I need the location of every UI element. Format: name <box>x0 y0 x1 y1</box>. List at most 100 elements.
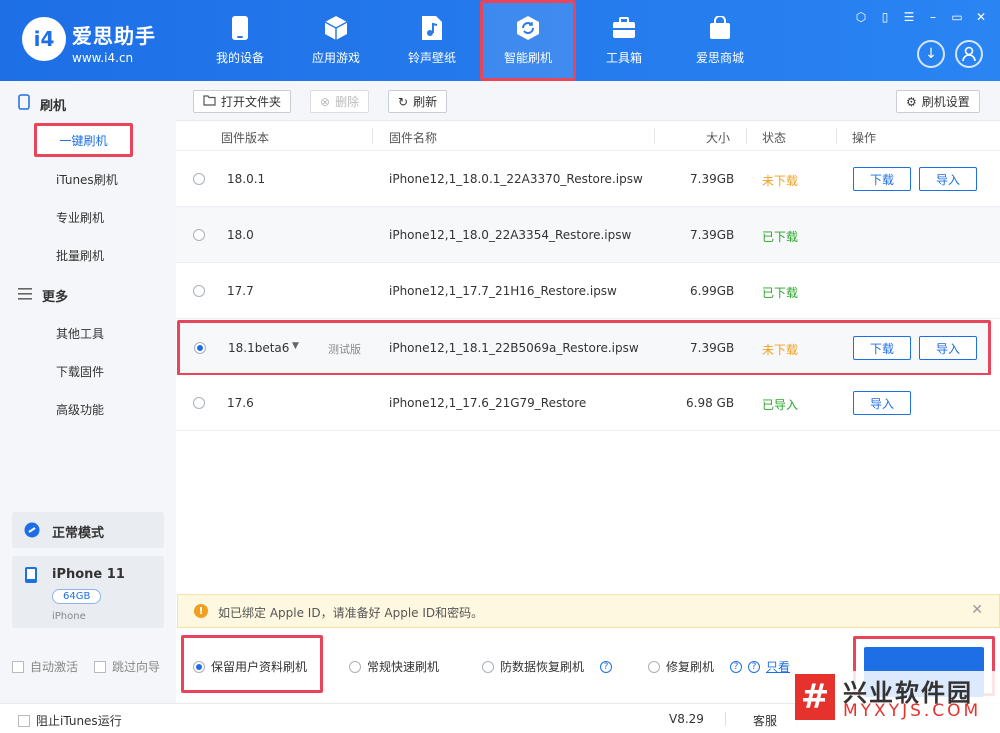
refresh-icon: ↻ <box>398 94 409 109</box>
header-divider <box>654 128 655 144</box>
row-version: 17.6 <box>227 396 254 410</box>
option-label: 常规快速刷机 <box>367 660 440 674</box>
flash-settings-button[interactable]: ⚙ 刷机设置 <box>896 90 980 113</box>
nav-my-device[interactable]: 我的设备 <box>192 0 288 81</box>
chevron-down-icon[interactable]: ▼ <box>292 341 299 351</box>
row-size: 7.39GB <box>690 341 735 355</box>
sidebar-item-download-firmware[interactable]: 下载固件 <box>56 363 104 380</box>
sidebar-item-itunes-flash[interactable]: iTunes刷机 <box>56 171 118 188</box>
row-filename: iPhone12,1_17.7_21H16_Restore.ipsw <box>389 284 617 298</box>
radio-selected <box>193 660 205 673</box>
close-icon[interactable]: ✕ <box>974 10 988 24</box>
import-button[interactable]: 导入 <box>853 391 911 415</box>
option-keep-data[interactable]: 保留用户资料刷机 <box>193 658 307 675</box>
phone-icon <box>227 15 253 41</box>
maximize-icon[interactable]: ▭ <box>950 10 964 24</box>
minimize-icon[interactable]: – <box>926 10 940 24</box>
table-row[interactable]: 18.0 iPhone12,1_18.0_22A3354_Restore.ips… <box>176 207 1000 263</box>
row-radio[interactable] <box>193 229 205 241</box>
table-row[interactable]: 17.7 iPhone12,1_17.7_21H16_Restore.ipsw … <box>176 263 1000 319</box>
header-status: 状态 <box>762 131 787 145</box>
option-anti-recovery[interactable]: 防数据恢复刷机 ? <box>482 658 613 675</box>
delete-button[interactable]: ⊗ 删除 <box>310 90 370 113</box>
nav-shop[interactable]: 爱思商城 <box>672 0 768 81</box>
download-button[interactable]: 下载 <box>853 167 911 191</box>
row-radio[interactable] <box>193 173 205 185</box>
block-itunes-checkbox[interactable]: 阻止iTunes运行 <box>18 712 122 729</box>
row-radio[interactable] <box>193 285 205 297</box>
close-notice-icon[interactable]: ✕ <box>971 602 983 618</box>
link-icon <box>24 522 40 541</box>
row-version[interactable]: 18.1beta6 <box>228 341 289 355</box>
sidebar-section-more[interactable]: 更多 <box>18 286 68 305</box>
customer-service-link[interactable]: 客服 <box>753 712 777 729</box>
sidebar-item-pro-flash[interactable]: 专业刷机 <box>56 209 104 226</box>
table-row[interactable]: 17.6 iPhone12,1_17.6_21G79_Restore 6.98 … <box>176 375 1000 431</box>
header-action: 操作 <box>852 131 877 145</box>
settings-icon[interactable]: ☰ <box>902 10 916 24</box>
nav-label: 智能刷机 <box>503 51 552 65</box>
row-version: 18.0.1 <box>227 172 266 186</box>
download-button[interactable]: 下载 <box>853 336 911 360</box>
row-radio[interactable] <box>193 397 205 409</box>
nav-ringtones-wallpapers[interactable]: 铃声壁纸 <box>384 0 480 81</box>
row-size: 6.99GB <box>690 284 735 298</box>
device-capacity-badge: 64GB <box>52 589 102 604</box>
row-filename: iPhone12,1_18.0_22A3354_Restore.ipsw <box>389 228 632 242</box>
brand: 爱思助手 www.i4.cn <box>72 20 156 65</box>
refresh-button[interactable]: ↻ 刷新 <box>388 90 448 113</box>
sidebar-item-batch-flash[interactable]: 批量刷机 <box>56 247 104 264</box>
download-manager-icon[interactable]: ↓ <box>917 40 945 68</box>
table-row-selected[interactable]: 18.1beta6 ▼ 测试版 iPhone12,1_18.1_22B5069a… <box>177 320 991 376</box>
row-filename: iPhone12,1_18.1_22B5069a_Restore.ipsw <box>389 341 639 355</box>
row-version: 17.7 <box>227 284 254 298</box>
help-icon[interactable]: ? <box>730 660 743 673</box>
nav-apps-games[interactable]: 应用游戏 <box>288 0 384 81</box>
shopping-bag-icon <box>707 15 733 41</box>
auto-activate-checkbox[interactable]: 自动激活 <box>12 658 78 675</box>
help-icon[interactable]: ? <box>748 660 760 673</box>
option-link[interactable]: 只看 <box>766 658 790 675</box>
phone-outline-icon <box>18 94 30 114</box>
beta-tag: 测试版 <box>328 343 361 356</box>
folder-icon <box>203 94 216 109</box>
checkbox <box>94 660 106 673</box>
open-folder-button[interactable]: 打开文件夹 <box>193 90 292 113</box>
sidebar-item-other-tools[interactable]: 其他工具 <box>56 325 104 342</box>
device-card[interactable]: iPhone 11 64GB iPhone <box>12 556 164 628</box>
sidebar-item-advanced[interactable]: 高级功能 <box>56 401 104 418</box>
row-size: 6.98 GB <box>686 396 735 410</box>
device-phone-icon <box>24 566 38 587</box>
user-account-icon[interactable] <box>955 40 983 68</box>
row-version: 18.0 <box>227 228 254 242</box>
skip-guide-checkbox[interactable]: 跳过向导 <box>94 658 160 675</box>
sidebar-item-one-click-flash[interactable]: 一键刷机 <box>34 123 133 157</box>
import-button[interactable]: 导入 <box>919 167 977 191</box>
checkbox <box>12 660 24 673</box>
table-row[interactable]: 18.0.1 iPhone12,1_18.0.1_22A3370_Restore… <box>176 151 1000 207</box>
row-size: 7.39GB <box>690 228 735 242</box>
refresh-label: 刷新 <box>413 95 438 109</box>
device-name: iPhone 11 <box>52 567 125 582</box>
header-divider <box>836 128 837 144</box>
option-repair-flash[interactable]: 修复刷机 ? <box>648 658 743 675</box>
notice-text: 如已绑定 Apple ID，请准备好 Apple ID和密码。 <box>218 606 484 620</box>
row-status: 未下载 <box>762 343 799 357</box>
delete-label: 删除 <box>335 95 360 109</box>
option-quick-flash[interactable]: 常规快速刷机 <box>349 658 439 675</box>
help-icon[interactable]: ? <box>600 660 613 673</box>
header-version: 固件版本 <box>221 131 270 145</box>
sidebar: 刷机 一键刷机 iTunes刷机 专业刷机 批量刷机 更多 其他工具 下载固件 … <box>0 81 176 733</box>
nav-toolbox[interactable]: 工具箱 <box>576 0 672 81</box>
nav-label: 应用游戏 <box>311 51 360 65</box>
option-view-only[interactable]: ? 只看 <box>748 658 790 675</box>
row-radio[interactable] <box>194 342 206 354</box>
nav-smart-flash[interactable]: 智能刷机 <box>480 0 576 81</box>
checkbox-label: 自动激活 <box>30 660 79 674</box>
watermark-logo: # <box>795 674 835 720</box>
skin-icon[interactable]: ⬡ <box>854 10 868 24</box>
import-button[interactable]: 导入 <box>919 336 977 360</box>
device-mode: 正常模式 <box>52 526 105 541</box>
sidebar-section-flash[interactable]: 刷机 <box>18 94 66 114</box>
note-icon[interactable]: ▯ <box>878 10 892 24</box>
